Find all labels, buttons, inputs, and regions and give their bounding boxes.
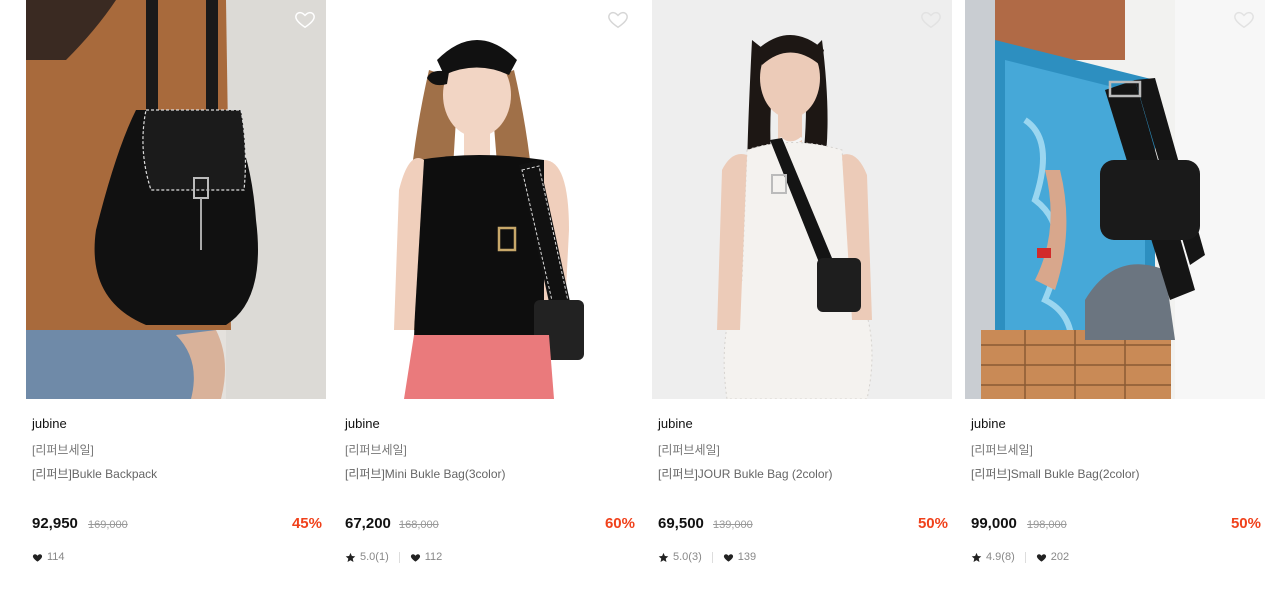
product-name[interactable]: [리퍼브]JOUR Bukle Bag (2color) <box>658 465 833 482</box>
product-card[interactable]: jubine [리퍼브세일] [리퍼브]Mini Bukle Bag(3colo… <box>339 0 639 595</box>
product-image[interactable] <box>339 0 639 399</box>
product-image[interactable] <box>26 0 326 399</box>
rating-value: 4.9(8) <box>986 551 1015 563</box>
heart-icon <box>410 552 421 563</box>
product-price: 99,000 <box>971 515 1017 532</box>
product-image[interactable] <box>652 0 952 399</box>
product-discount: 45% <box>291 515 322 532</box>
product-original-price: 198,000 <box>1027 519 1067 531</box>
star-icon <box>971 552 982 563</box>
product-image[interactable] <box>965 0 1265 399</box>
like-count: 112 <box>424 551 443 563</box>
wishlist-heart-icon[interactable] <box>607 8 629 30</box>
product-meta: 5.0(3) 139 <box>658 550 756 564</box>
meta-divider <box>398 551 400 563</box>
product-discount: 50% <box>917 515 948 532</box>
product-brand[interactable]: jubine <box>345 416 380 431</box>
heart-icon <box>32 552 43 563</box>
product-discount: 60% <box>604 515 635 532</box>
heart-icon <box>723 552 734 563</box>
backpack-photo <box>26 0 326 399</box>
like-count: 139 <box>737 551 757 563</box>
wishlist-heart-icon[interactable] <box>920 8 942 30</box>
meta-divider <box>1024 551 1026 563</box>
product-price: 92,950 <box>32 515 78 532</box>
heart-icon <box>1036 552 1047 563</box>
product-brand[interactable]: jubine <box>971 416 1006 431</box>
rating-value: 5.0(3) <box>673 551 702 563</box>
jour-bag-photo <box>652 0 952 399</box>
product-price: 67,200 <box>345 515 391 532</box>
product-meta: 5.0(1) 112 <box>345 550 442 564</box>
small-bag-photo <box>965 0 1265 399</box>
meta-divider <box>711 551 713 563</box>
product-tag: [리퍼브세일] <box>658 443 720 457</box>
like-count: 202 <box>1050 551 1070 563</box>
product-meta: 4.9(8) 202 <box>971 550 1069 564</box>
product-brand[interactable]: jubine <box>32 416 67 431</box>
product-card[interactable]: jubine [리퍼브세일] [리퍼브]Small Bukle Bag(2col… <box>965 0 1265 595</box>
product-tag: [리퍼브세일] <box>971 443 1033 457</box>
product-original-price: 139,000 <box>713 519 753 531</box>
star-icon <box>345 552 356 563</box>
product-meta: 114 <box>32 550 65 564</box>
product-name[interactable]: [리퍼브]Small Bukle Bag(2color) <box>971 465 1140 482</box>
product-card[interactable]: jubine [리퍼브세일] [리퍼브]JOUR Bukle Bag (2col… <box>652 0 952 595</box>
mini-bag-photo <box>339 0 639 399</box>
product-tag: [리퍼브세일] <box>32 443 94 457</box>
product-price: 69,500 <box>658 515 704 532</box>
product-brand[interactable]: jubine <box>658 416 693 431</box>
product-tag: [리퍼브세일] <box>345 443 407 457</box>
star-icon <box>658 552 669 563</box>
product-card[interactable]: jubine [리퍼브세일] [리퍼브]Bukle Backpack 92,95… <box>26 0 326 595</box>
wishlist-heart-icon[interactable] <box>1233 8 1255 30</box>
product-original-price: 168,000 <box>399 519 439 531</box>
product-name[interactable]: [리퍼브]Mini Bukle Bag(3color) <box>345 465 506 482</box>
product-name[interactable]: [리퍼브]Bukle Backpack <box>32 465 157 482</box>
wishlist-heart-icon[interactable] <box>294 8 316 30</box>
product-discount: 50% <box>1230 515 1261 532</box>
product-original-price: 169,000 <box>88 519 128 531</box>
like-count: 114 <box>47 551 65 563</box>
rating-value: 5.0(1) <box>360 551 389 563</box>
